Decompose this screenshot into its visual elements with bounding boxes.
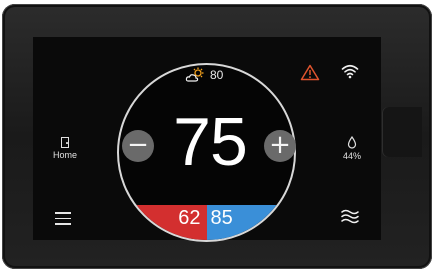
heat-setpoint[interactable]: 62: [119, 205, 207, 240]
home-label: Home: [52, 150, 77, 160]
warning-icon[interactable]: [300, 64, 320, 81]
home-button[interactable]: Home: [50, 137, 80, 160]
water-drop-icon: [347, 136, 357, 149]
cool-setpoint[interactable]: 85: [206, 205, 294, 240]
decrease-temp-button[interactable]: −: [122, 130, 154, 162]
humidity-indicator[interactable]: 44%: [337, 136, 367, 161]
menu-icon[interactable]: [55, 212, 71, 229]
wifi-icon[interactable]: [341, 63, 359, 79]
partly-sunny-icon: [185, 67, 204, 82]
door-icon: [61, 137, 69, 148]
increase-temp-button[interactable]: +: [264, 130, 296, 162]
humidity-value: 44%: [342, 151, 361, 161]
setpoint-temperature: 75: [173, 104, 248, 180]
device-side-button: [382, 107, 422, 157]
outdoor-weather: 80: [185, 67, 223, 83]
outdoor-temp: 80: [210, 68, 224, 82]
fan-icon[interactable]: [341, 208, 359, 224]
mode-setpoints-bar: 62 85: [119, 205, 294, 240]
